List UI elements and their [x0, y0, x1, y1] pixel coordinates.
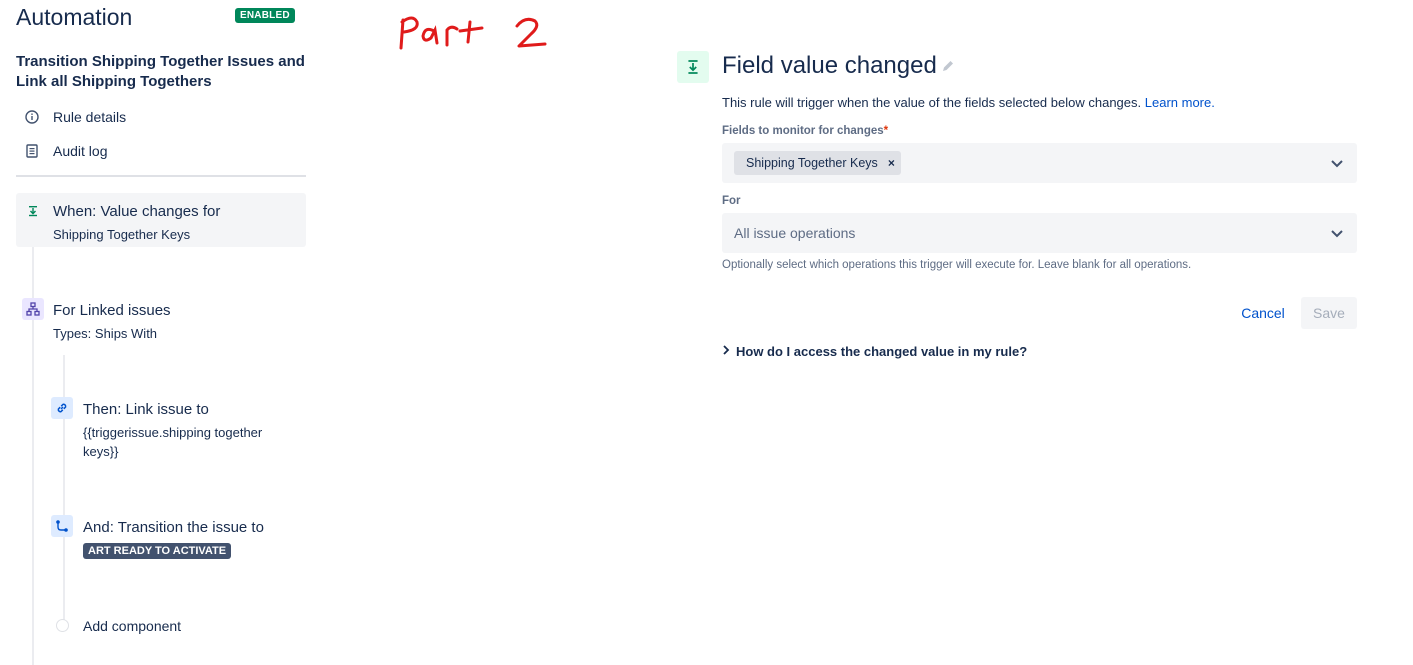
help-expander-label: How do I access the changed value in my …: [736, 344, 1028, 359]
component-link-title[interactable]: Then: Link issue to: [83, 401, 209, 418]
for-label: For: [722, 195, 741, 207]
component-trigger-title: When: Value changes for: [53, 203, 221, 220]
component-branch-subtitle: Types: Ships With: [53, 326, 158, 341]
selected-field-tag: Shipping Together Keys ×: [734, 151, 901, 175]
hierarchy-icon: [22, 298, 44, 320]
document-icon: [24, 143, 40, 159]
operations-help-text: Optionally select which operations this …: [722, 259, 1192, 271]
flow-line-branch: [63, 355, 65, 625]
fields-select[interactable]: Shipping Together Keys ×: [722, 143, 1357, 183]
fields-label: Fields to monitor for changes*: [722, 125, 888, 137]
info-icon: [24, 109, 40, 125]
chevron-down-icon[interactable]: [1329, 155, 1345, 171]
help-expander[interactable]: How do I access the changed value in my …: [722, 344, 1027, 359]
fields-label-text: Fields to monitor for changes: [722, 125, 884, 137]
panel-description: This rule will trigger when the value of…: [722, 95, 1215, 110]
learn-more-link[interactable]: Learn more.: [1145, 95, 1215, 110]
sidebar-divider: [16, 175, 306, 177]
panel-title: Field value changed: [722, 52, 937, 79]
panel-description-text: This rule will trigger when the value of…: [722, 95, 1142, 110]
component-link-subtitle: {{triggerissue.shipping together keys}}: [83, 425, 263, 459]
selected-field-label: Shipping Together Keys: [746, 156, 878, 170]
status-lozenge: ART READY TO ACTIVATE: [83, 543, 232, 559]
operations-select[interactable]: All issue operations: [722, 213, 1357, 253]
rule-name: Transition Shipping Together Issues and …: [16, 53, 305, 90]
nav-audit-log[interactable]: Audit log: [24, 141, 107, 161]
nav-audit-log-label: Audit log: [53, 143, 108, 159]
trigger-icon: [22, 200, 44, 222]
chevron-down-icon[interactable]: [1329, 225, 1345, 241]
component-trigger-subtitle: Shipping Together Keys: [53, 227, 191, 242]
link-icon: [51, 397, 73, 419]
component-transition-title[interactable]: And: Transition the issue to: [83, 519, 264, 536]
remove-tag-button[interactable]: ×: [888, 156, 895, 170]
component-branch-title[interactable]: For Linked issues: [53, 302, 171, 319]
panel-trigger-icon: [677, 51, 709, 83]
add-component-button[interactable]: Add component: [83, 618, 181, 634]
chevron-right-icon: [722, 345, 730, 358]
nav-rule-details[interactable]: Rule details: [24, 107, 126, 127]
transition-icon: [51, 515, 73, 537]
status-badge: ENABLED: [235, 8, 295, 23]
nav-rule-details-label: Rule details: [53, 109, 127, 125]
required-mark: *: [883, 125, 889, 137]
save-button[interactable]: Save: [1301, 297, 1357, 329]
handwritten-annotation: [399, 16, 547, 50]
operations-placeholder: All issue operations: [734, 225, 856, 241]
page-title: Automation: [16, 4, 133, 30]
add-component-dot: [56, 619, 69, 632]
cancel-button[interactable]: Cancel: [1233, 298, 1293, 328]
edit-pencil-icon[interactable]: [940, 59, 955, 74]
